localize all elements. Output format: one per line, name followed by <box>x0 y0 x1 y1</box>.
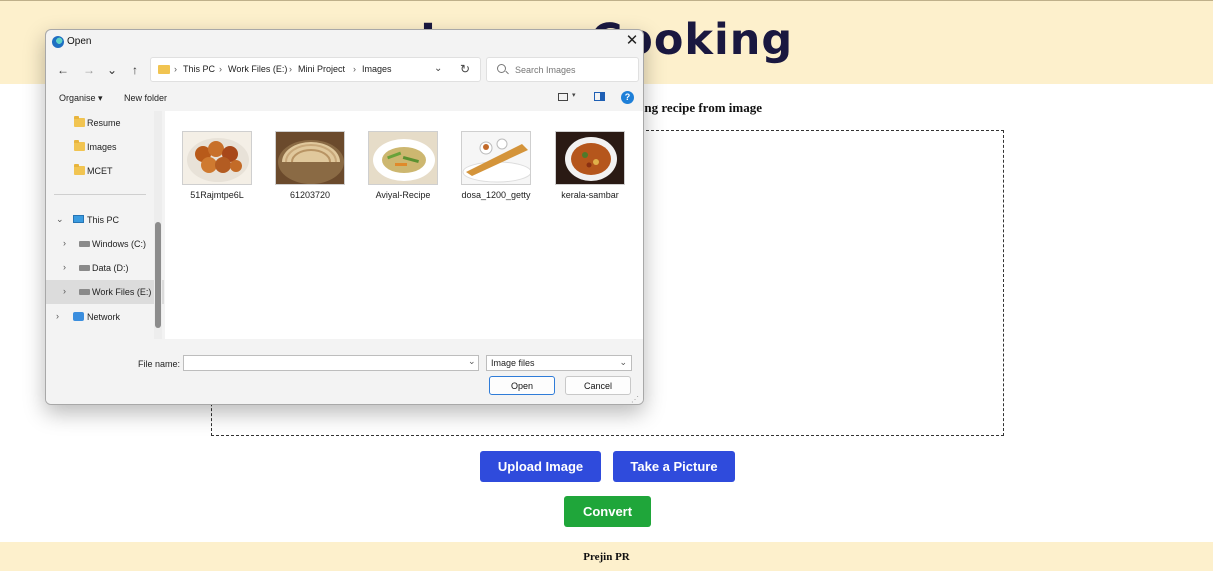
recent-locations-icon[interactable]: ⌄ <box>103 61 121 79</box>
address-bar[interactable]: › This PC › Work Files (E:) › Mini Proje… <box>150 57 481 82</box>
nav-item-label: Network <box>87 312 121 322</box>
file-item[interactable]: Aviyal-Recipe <box>358 131 448 200</box>
search-input[interactable] <box>515 62 633 78</box>
site-footer: Prejin PR <box>0 542 1213 571</box>
nav-item-data-d[interactable]: › Data (D:) <box>46 256 164 280</box>
nav-item-label: MCET <box>87 166 113 176</box>
nav-divider <box>54 194 146 195</box>
file-type-select[interactable]: Image files ⌄ <box>486 355 632 371</box>
navigation-pane: Resume Images MCET ⌄ This PC › Windows (… <box>46 111 164 339</box>
file-name: kerala-sambar <box>561 190 619 200</box>
take-picture-button[interactable]: Take a Picture <box>613 451 735 482</box>
open-file-dialog: Open ✕ ← → ⌄ ↑ › This PC › Work Files (E… <box>45 29 644 405</box>
chevron-down-icon[interactable]: ⌄ <box>56 214 64 225</box>
refresh-icon[interactable]: ↻ <box>460 62 470 76</box>
breadcrumb-work-files[interactable]: Work Files (E:) <box>228 64 287 74</box>
file-item[interactable]: dosa_1200_getty <box>451 131 541 200</box>
new-folder-button[interactable]: New folder <box>124 93 167 103</box>
address-dropdown-icon[interactable]: ⌄ <box>434 63 442 74</box>
nav-item-label: Data (D:) <box>92 263 129 273</box>
nav-item-work-files-e[interactable]: › Work Files (E:) <box>46 280 164 304</box>
footer-author: Prejin PR <box>583 550 630 563</box>
file-item[interactable]: 51Rajmtpe6L <box>172 131 262 200</box>
resize-grip-icon[interactable]: ⋰ <box>631 395 639 404</box>
dialog-footer: File name: ⌄ Image files ⌄ Open Cancel ⋰ <box>46 340 643 404</box>
breadcrumb-separator: › <box>174 64 177 74</box>
chevron-down-icon: ⌄ <box>619 357 627 367</box>
search-box[interactable] <box>486 57 639 82</box>
organise-menu[interactable]: Organise ▾ <box>59 93 103 104</box>
file-item[interactable]: 61203720 <box>265 131 355 200</box>
view-options-icon[interactable] <box>558 93 568 101</box>
drive-icon <box>79 265 90 271</box>
breadcrumb-images[interactable]: Images <box>362 64 392 74</box>
chevron-down-icon[interactable]: ▾ <box>572 91 576 99</box>
nav-item-label: Windows (C:) <box>92 239 147 249</box>
file-name: 61203720 <box>289 190 331 200</box>
image-thumbnail <box>461 131 531 185</box>
computer-icon <box>73 215 84 223</box>
back-arrow-icon[interactable]: ← <box>54 61 72 79</box>
cancel-button[interactable]: Cancel <box>565 376 631 395</box>
chevron-right-icon[interactable]: › <box>56 311 59 321</box>
dialog-title: Open <box>67 36 92 47</box>
nav-item-windows-c[interactable]: › Windows (C:) <box>46 232 164 256</box>
chevron-right-icon[interactable]: › <box>63 286 66 296</box>
drive-icon <box>79 241 90 247</box>
file-name-label: File name: <box>138 359 181 369</box>
file-name: dosa_1200_getty <box>461 190 531 200</box>
up-arrow-icon[interactable]: ↑ <box>126 61 144 79</box>
image-thumbnail <box>368 131 438 185</box>
search-icon <box>497 64 506 73</box>
chevron-right-icon[interactable]: › <box>63 262 66 272</box>
folder-icon <box>74 140 85 151</box>
nav-item-label: Resume <box>87 118 121 128</box>
folder-icon <box>74 116 85 127</box>
nav-item-images[interactable]: Images <box>46 135 164 159</box>
navigation-row: ← → ⌄ ↑ › This PC › Work Files (E:) › Mi… <box>46 56 643 84</box>
breadcrumb-separator: › <box>219 64 222 74</box>
nav-item-mcet[interactable]: MCET <box>46 159 164 183</box>
nav-item-label: Work Files (E:) <box>92 287 152 297</box>
image-thumbnail <box>182 131 252 185</box>
breadcrumb-separator: › <box>353 64 356 74</box>
breadcrumb-this-pc[interactable]: This PC <box>183 64 215 74</box>
folder-icon <box>158 65 170 74</box>
file-item[interactable]: kerala-sambar <box>545 131 635 200</box>
dialog-titlebar[interactable]: Open ✕ <box>46 30 643 54</box>
network-icon <box>73 312 84 321</box>
drive-icon <box>79 289 90 295</box>
preview-pane-icon[interactable] <box>594 92 605 101</box>
file-type-value: Image files <box>491 358 535 368</box>
file-name-input[interactable] <box>183 355 479 371</box>
image-thumbnail <box>275 131 345 185</box>
file-name: 51Rajmtpe6L <box>190 190 244 200</box>
upload-image-button[interactable]: Upload Image <box>480 451 601 482</box>
file-list: 51Rajmtpe6L 61203720 Aviyal-Recipe dosa_… <box>165 111 643 339</box>
scrollbar-thumb[interactable] <box>155 222 161 328</box>
browser-app-icon <box>52 36 64 48</box>
open-button[interactable]: Open <box>489 376 555 395</box>
nav-item-network[interactable]: › Network <box>46 305 164 329</box>
nav-item-label: Images <box>87 142 117 152</box>
nav-scrollbar[interactable] <box>154 111 162 339</box>
breadcrumb-mini-project[interactable]: Mini Project <box>298 64 345 74</box>
file-name: Aviyal-Recipe <box>375 190 431 200</box>
help-icon[interactable]: ? <box>621 91 634 104</box>
nav-item-resume[interactable]: Resume <box>46 111 164 135</box>
close-icon[interactable]: ✕ <box>623 32 641 50</box>
nav-item-label: This PC <box>87 215 120 225</box>
chevron-down-icon[interactable]: ⌄ <box>468 356 476 367</box>
command-bar: Organise ▾ New folder ▾ ? <box>46 88 643 110</box>
folder-icon <box>74 164 85 175</box>
convert-button[interactable]: Convert <box>564 496 651 527</box>
chevron-right-icon[interactable]: › <box>63 238 66 248</box>
image-thumbnail <box>555 131 625 185</box>
nav-item-this-pc[interactable]: ⌄ This PC <box>46 208 164 232</box>
forward-arrow-icon[interactable]: → <box>80 61 98 79</box>
breadcrumb-separator: › <box>289 64 292 74</box>
